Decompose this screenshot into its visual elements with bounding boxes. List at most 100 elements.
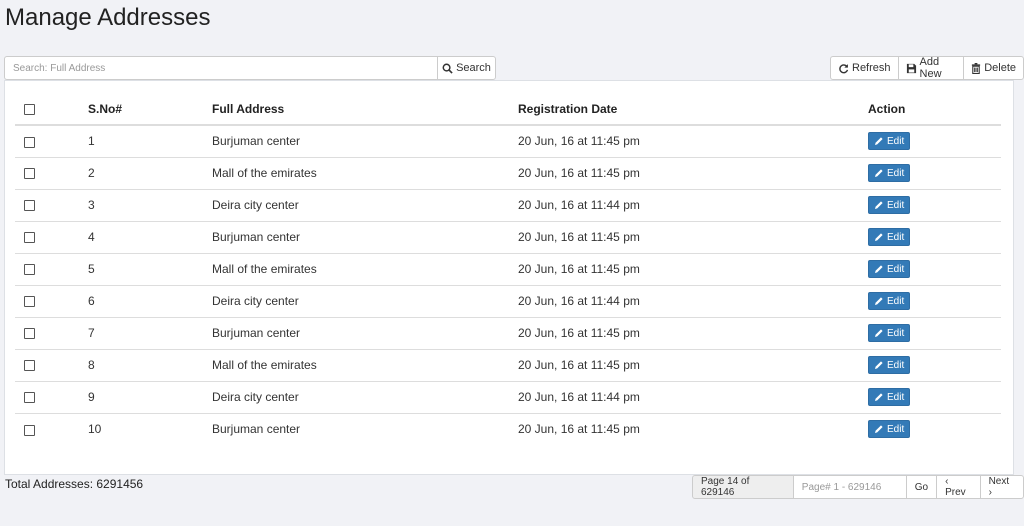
trash-icon	[971, 62, 981, 74]
row-full-address: Burjuman center	[212, 422, 301, 437]
delete-button[interactable]: Delete	[963, 56, 1024, 80]
header-full-address: Full Address	[212, 94, 518, 126]
edit-button[interactable]: Edit	[868, 356, 911, 374]
row-registration-date: 20 Jun, 16 at 11:45 pm	[518, 221, 868, 254]
edit-button-label: Edit	[887, 327, 905, 339]
row-select-cell	[15, 349, 88, 382]
table-row: 6 Deira city center 20 Jun, 16 at 11:44 pm…	[15, 285, 1001, 318]
refresh-icon	[838, 63, 849, 74]
row-checkbox[interactable]	[24, 328, 35, 340]
refresh-label: Refresh	[852, 62, 891, 74]
row-checkbox[interactable]	[24, 232, 35, 244]
row-action-cell: Edit	[868, 317, 1001, 350]
pencil-icon	[874, 328, 884, 338]
row-action-cell: Edit	[868, 125, 1001, 158]
edit-button[interactable]: Edit	[868, 324, 911, 342]
row-action-cell: Edit	[868, 381, 1001, 414]
row-full-address: Mall of the emirates	[212, 349, 518, 382]
row-checkbox[interactable]	[24, 392, 35, 404]
table-header-row: S.No# Full Address Registration Date Act…	[15, 94, 1001, 126]
row-checkbox[interactable]	[24, 136, 35, 148]
edit-button[interactable]: Edit	[868, 260, 911, 278]
row-select-cell	[15, 285, 88, 318]
edit-button[interactable]: Edit	[868, 420, 911, 439]
row-checkbox[interactable]	[24, 264, 35, 276]
table-row: 9 Deira city center 20 Jun, 16 at 11:44 pm…	[15, 381, 1001, 414]
page-number-input[interactable]	[793, 475, 907, 499]
search-button-label: Search	[456, 62, 491, 74]
edit-button-label: Edit	[887, 263, 905, 275]
page-info: Page 14 of 629146	[692, 475, 794, 499]
next-button[interactable]: Next ›	[979, 475, 1024, 499]
edit-button[interactable]: Edit	[868, 388, 911, 406]
row-registration-date: 20 Jun, 16 at 11:44 pm	[518, 285, 868, 318]
row-sno: 9	[88, 381, 212, 414]
row-checkbox[interactable]	[24, 360, 35, 372]
search-button[interactable]: Search	[437, 56, 496, 80]
addresses-table: S.No# Full Address Registration Date Act…	[15, 94, 1001, 445]
row-checkbox[interactable]	[24, 168, 35, 180]
row-select-cell	[15, 317, 88, 350]
header-select-all-cell	[15, 94, 88, 126]
row-select-cell	[15, 189, 88, 222]
row-checkbox[interactable]	[24, 296, 35, 308]
add-new-label: Add New	[919, 56, 942, 80]
go-button[interactable]: Go	[905, 475, 938, 499]
refresh-button[interactable]: Refresh	[830, 56, 899, 80]
edit-button[interactable]: Edit	[868, 228, 911, 246]
row-registration-date: 20 Jun, 16 at 11:44 pm	[518, 189, 868, 222]
row-checkbox[interactable]	[24, 424, 35, 436]
edit-button-label: Edit	[887, 359, 905, 371]
pencil-icon	[874, 424, 884, 434]
select-all-checkbox[interactable]	[24, 104, 35, 116]
pencil-icon	[874, 392, 884, 402]
pencil-icon	[874, 360, 884, 370]
pencil-icon	[874, 168, 884, 178]
row-registration-date: 20 Jun, 16 at 11:45 pm	[518, 349, 868, 382]
pencil-icon	[874, 232, 884, 242]
row-action-cell: Edit	[868, 253, 1001, 286]
header-sno: S.No#	[88, 94, 212, 126]
table-body: 1 Burjuman center 20 Jun, 16 at 11:45 pm Ed…	[15, 125, 1001, 445]
row-registration-date: 20 Jun, 16 at 11:45 pm	[518, 253, 868, 286]
table-row: 1 Burjuman center 20 Jun, 16 at 11:45 pm Ed…	[15, 125, 1001, 158]
row-select-cell	[15, 381, 88, 414]
add-new-button[interactable]: Add New	[897, 56, 965, 80]
row-registration-date: 20 Jun, 16 at 11:45 pm	[518, 422, 640, 437]
edit-button[interactable]: Edit	[868, 196, 911, 214]
row-registration-date: 20 Jun, 16 at 11:45 pm	[518, 317, 868, 350]
edit-button-label: Edit	[887, 199, 905, 211]
edit-button[interactable]: Edit	[868, 132, 911, 151]
row-action-cell: Edit	[868, 349, 1001, 382]
search-group: Search	[4, 56, 496, 80]
save-icon	[906, 63, 917, 74]
row-action-cell: Edit	[868, 189, 1001, 222]
row-action-cell: Edit	[868, 413, 1001, 445]
row-sno: 3	[88, 189, 212, 222]
row-full-address: Mall of the emirates	[212, 157, 518, 190]
pencil-icon	[874, 296, 884, 306]
row-select-cell	[15, 413, 88, 445]
total-addresses: Total Addresses: 6291456	[5, 477, 144, 491]
row-registration-date: 20 Jun, 16 at 11:44 pm	[518, 381, 868, 414]
row-action-cell: Edit	[868, 221, 1001, 254]
row-sno: 10	[88, 422, 102, 437]
row-sno: 1	[88, 125, 212, 158]
prev-button[interactable]: ‹ Prev	[936, 475, 981, 499]
row-full-address: Mall of the emirates	[212, 253, 518, 286]
table-row: 4 Burjuman center 20 Jun, 16 at 11:45 pm Ed…	[15, 221, 1001, 254]
row-select-cell	[15, 125, 88, 158]
row-action-cell: Edit	[868, 157, 1001, 190]
row-sno: 4	[88, 221, 212, 254]
edit-button-label: Edit	[887, 391, 905, 403]
toolbar: Refresh Add New Delete	[830, 56, 1024, 80]
row-full-address: Deira city center	[212, 381, 518, 414]
row-sno: 7	[88, 317, 212, 350]
edit-button[interactable]: Edit	[868, 164, 911, 182]
edit-button[interactable]: Edit	[868, 292, 911, 310]
table-row: 5 Mall of the emirates 20 Jun, 16 at 11:45…	[15, 253, 1001, 286]
row-checkbox[interactable]	[24, 200, 35, 212]
row-select-cell	[15, 157, 88, 190]
delete-label: Delete	[984, 62, 1016, 74]
search-input[interactable]	[4, 56, 437, 80]
